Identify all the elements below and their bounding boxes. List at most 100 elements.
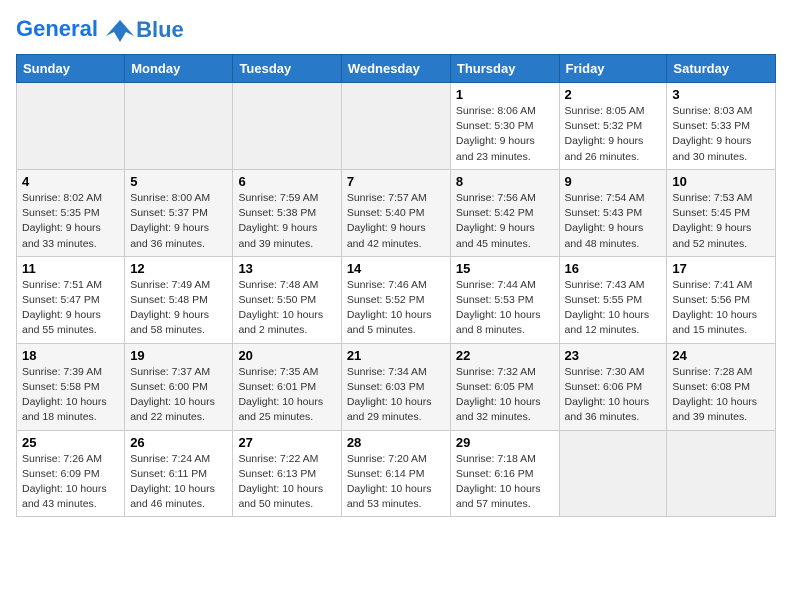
logo: General Blue — [16, 16, 184, 44]
day-number: 7 — [347, 174, 445, 189]
weekday-header-sunday: Sunday — [17, 55, 125, 83]
day-info: Sunrise: 7:30 AMSunset: 6:06 PMDaylight:… — [565, 365, 662, 426]
day-number: 24 — [672, 348, 770, 363]
calendar-cell: 20Sunrise: 7:35 AMSunset: 6:01 PMDayligh… — [233, 343, 341, 430]
logo-bird-icon — [106, 16, 134, 44]
calendar-cell: 25 Sunrise: 7:26 AMSunset: 6:09 PMDayligh… — [17, 430, 125, 517]
day-number: 11 — [22, 261, 119, 276]
calendar-cell — [341, 83, 450, 170]
calendar-cell: 9 Sunrise: 7:54 AMSunset: 5:43 PMDaylight… — [559, 169, 667, 256]
day-number: 13 — [238, 261, 335, 276]
day-info: Sunrise: 7:39 AMSunset: 5:58 PMDaylight:… — [22, 365, 119, 426]
weekday-header-wednesday: Wednesday — [341, 55, 450, 83]
day-number: 15 — [456, 261, 554, 276]
day-number: 26 — [130, 435, 227, 450]
weekday-header-thursday: Thursday — [450, 55, 559, 83]
day-info: Sunrise: 7:35 AMSunset: 6:01 PMDaylight:… — [238, 365, 335, 426]
day-number: 5 — [130, 174, 227, 189]
day-number: 25 — [22, 435, 119, 450]
day-info: Sunrise: 7:24 AMSunset: 6:11 PMDaylight:… — [130, 452, 227, 513]
day-info: Sunrise: 7:48 AMSunset: 5:50 PMDaylight:… — [238, 278, 335, 339]
day-number: 21 — [347, 348, 445, 363]
week-row-4: 18 Sunrise: 7:39 AMSunset: 5:58 PMDayligh… — [17, 343, 776, 430]
day-number: 8 — [456, 174, 554, 189]
calendar-table: SundayMondayTuesdayWednesdayThursdayFrid… — [16, 54, 776, 517]
day-number: 18 — [22, 348, 119, 363]
logo-general: General — [16, 16, 98, 41]
day-info: Sunrise: 7:54 AMSunset: 5:43 PMDaylight:… — [565, 191, 662, 252]
day-info: Sunrise: 7:44 AMSunset: 5:53 PMDaylight:… — [456, 278, 554, 339]
calendar-cell: 4 Sunrise: 8:02 AMSunset: 5:35 PMDaylight… — [17, 169, 125, 256]
calendar-cell: 26 Sunrise: 7:24 AMSunset: 6:11 PMDayligh… — [125, 430, 233, 517]
calendar-cell: 3Sunrise: 8:03 AMSunset: 5:33 PMDaylight… — [667, 83, 776, 170]
day-number: 19 — [130, 348, 227, 363]
day-info: Sunrise: 7:41 AMSunset: 5:56 PMDaylight:… — [672, 278, 770, 339]
day-number: 23 — [565, 348, 662, 363]
calendar-cell: 18 Sunrise: 7:39 AMSunset: 5:58 PMDayligh… — [17, 343, 125, 430]
logo-blue: Blue — [136, 17, 184, 43]
weekday-header-tuesday: Tuesday — [233, 55, 341, 83]
day-info: Sunrise: 8:05 AMSunset: 5:32 PMDaylight:… — [565, 104, 662, 165]
day-info: Sunrise: 7:56 AMSunset: 5:42 PMDaylight:… — [456, 191, 554, 252]
day-number: 29 — [456, 435, 554, 450]
calendar-cell — [667, 430, 776, 517]
weekday-header-saturday: Saturday — [667, 55, 776, 83]
day-info: Sunrise: 7:34 AMSunset: 6:03 PMDaylight:… — [347, 365, 445, 426]
day-number: 16 — [565, 261, 662, 276]
day-number: 9 — [565, 174, 662, 189]
day-number: 10 — [672, 174, 770, 189]
calendar-cell: 17 Sunrise: 7:41 AMSunset: 5:56 PMDayligh… — [667, 256, 776, 343]
day-number: 1 — [456, 87, 554, 102]
calendar-cell: 5 Sunrise: 8:00 AMSunset: 5:37 PMDaylight… — [125, 169, 233, 256]
day-number: 17 — [672, 261, 770, 276]
calendar-cell: 28 Sunrise: 7:20 AMSunset: 6:14 PMDayligh… — [341, 430, 450, 517]
calendar-cell: 19 Sunrise: 7:37 AMSunset: 6:00 PMDayligh… — [125, 343, 233, 430]
calendar-cell: 15 Sunrise: 7:44 AMSunset: 5:53 PMDayligh… — [450, 256, 559, 343]
day-info: Sunrise: 7:57 AMSunset: 5:40 PMDaylight:… — [347, 191, 445, 252]
calendar-cell: 24Sunrise: 7:28 AMSunset: 6:08 PMDayligh… — [667, 343, 776, 430]
calendar-cell: 7 Sunrise: 7:57 AMSunset: 5:40 PMDaylight… — [341, 169, 450, 256]
day-number: 27 — [238, 435, 335, 450]
day-info: Sunrise: 7:53 AMSunset: 5:45 PMDaylight:… — [672, 191, 770, 252]
day-number: 28 — [347, 435, 445, 450]
day-info: Sunrise: 8:06 AMSunset: 5:30 PMDaylight:… — [456, 104, 554, 165]
day-info: Sunrise: 7:32 AMSunset: 6:05 PMDaylight:… — [456, 365, 554, 426]
calendar-cell: 29 Sunrise: 7:18 AMSunset: 6:16 PMDayligh… — [450, 430, 559, 517]
week-row-5: 25 Sunrise: 7:26 AMSunset: 6:09 PMDayligh… — [17, 430, 776, 517]
day-info: Sunrise: 7:18 AMSunset: 6:16 PMDaylight:… — [456, 452, 554, 513]
weekday-header-monday: Monday — [125, 55, 233, 83]
day-info: Sunrise: 7:37 AMSunset: 6:00 PMDaylight:… — [130, 365, 227, 426]
calendar-cell — [233, 83, 341, 170]
calendar-cell: 23 Sunrise: 7:30 AMSunset: 6:06 PMDayligh… — [559, 343, 667, 430]
calendar-cell: 1 Sunrise: 8:06 AMSunset: 5:30 PMDaylight… — [450, 83, 559, 170]
day-number: 6 — [238, 174, 335, 189]
calendar-cell: 12 Sunrise: 7:49 AMSunset: 5:48 PMDayligh… — [125, 256, 233, 343]
weekday-header-row: SundayMondayTuesdayWednesdayThursdayFrid… — [17, 55, 776, 83]
day-info: Sunrise: 7:22 AMSunset: 6:13 PMDaylight:… — [238, 452, 335, 513]
weekday-header-friday: Friday — [559, 55, 667, 83]
day-number: 2 — [565, 87, 662, 102]
day-info: Sunrise: 7:20 AMSunset: 6:14 PMDaylight:… — [347, 452, 445, 513]
calendar-cell — [559, 430, 667, 517]
day-number: 12 — [130, 261, 227, 276]
calendar-cell: 21 Sunrise: 7:34 AMSunset: 6:03 PMDayligh… — [341, 343, 450, 430]
week-row-3: 11Sunrise: 7:51 AMSunset: 5:47 PMDayligh… — [17, 256, 776, 343]
calendar-cell: 14Sunrise: 7:46 AMSunset: 5:52 PMDayligh… — [341, 256, 450, 343]
day-number: 4 — [22, 174, 119, 189]
calendar-cell: 6 Sunrise: 7:59 AMSunset: 5:38 PMDaylight… — [233, 169, 341, 256]
calendar-cell: 22 Sunrise: 7:32 AMSunset: 6:05 PMDayligh… — [450, 343, 559, 430]
day-info: Sunrise: 8:03 AMSunset: 5:33 PMDaylight:… — [672, 104, 770, 165]
calendar-cell — [125, 83, 233, 170]
day-info: Sunrise: 7:26 AMSunset: 6:09 PMDaylight:… — [22, 452, 119, 513]
day-info: Sunrise: 7:43 AMSunset: 5:55 PMDaylight:… — [565, 278, 662, 339]
week-row-2: 4 Sunrise: 8:02 AMSunset: 5:35 PMDaylight… — [17, 169, 776, 256]
calendar-cell: 11Sunrise: 7:51 AMSunset: 5:47 PMDayligh… — [17, 256, 125, 343]
day-info: Sunrise: 7:59 AMSunset: 5:38 PMDaylight:… — [238, 191, 335, 252]
calendar-cell: 10 Sunrise: 7:53 AMSunset: 5:45 PMDayligh… — [667, 169, 776, 256]
day-info: Sunrise: 8:00 AMSunset: 5:37 PMDaylight:… — [130, 191, 227, 252]
day-info: Sunrise: 7:46 AMSunset: 5:52 PMDaylight:… — [347, 278, 445, 339]
day-info: Sunrise: 7:49 AMSunset: 5:48 PMDaylight:… — [130, 278, 227, 339]
day-info: Sunrise: 8:02 AMSunset: 5:35 PMDaylight:… — [22, 191, 119, 252]
day-number: 22 — [456, 348, 554, 363]
week-row-1: 1 Sunrise: 8:06 AMSunset: 5:30 PMDaylight… — [17, 83, 776, 170]
